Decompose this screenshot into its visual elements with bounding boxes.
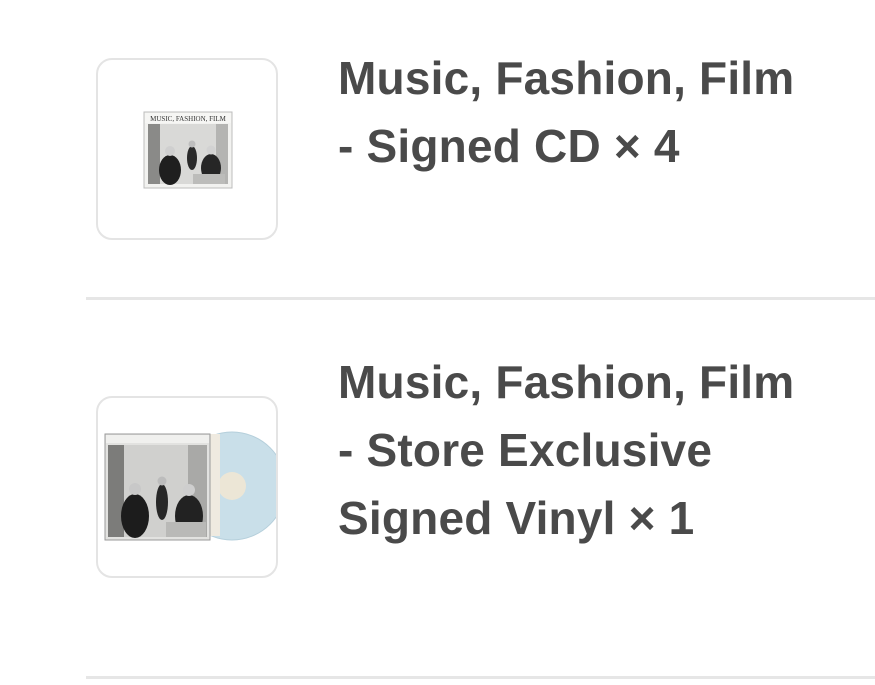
vinyl-image	[104, 431, 276, 541]
cart-item[interactable]: MUSIC, FASHION, FILM Music, Fashion, Fil…	[0, 0, 875, 300]
item-divider	[86, 676, 875, 679]
cart-item[interactable]: Music, Fashion, Film - Store Exclusive S…	[0, 300, 875, 685]
cd-cover-image: MUSIC, FASHION, FILM	[143, 111, 233, 189]
cd-cover-text: MUSIC, FASHION, FILM	[150, 115, 226, 123]
item-title[interactable]: Music, Fashion, Film - Store Exclusive S…	[338, 348, 808, 552]
product-thumbnail-cd[interactable]: MUSIC, FASHION, FILM	[96, 58, 278, 240]
product-thumbnail-vinyl[interactable]	[96, 396, 278, 578]
item-title[interactable]: Music, Fashion, Film - Signed CD × 4	[338, 44, 808, 180]
